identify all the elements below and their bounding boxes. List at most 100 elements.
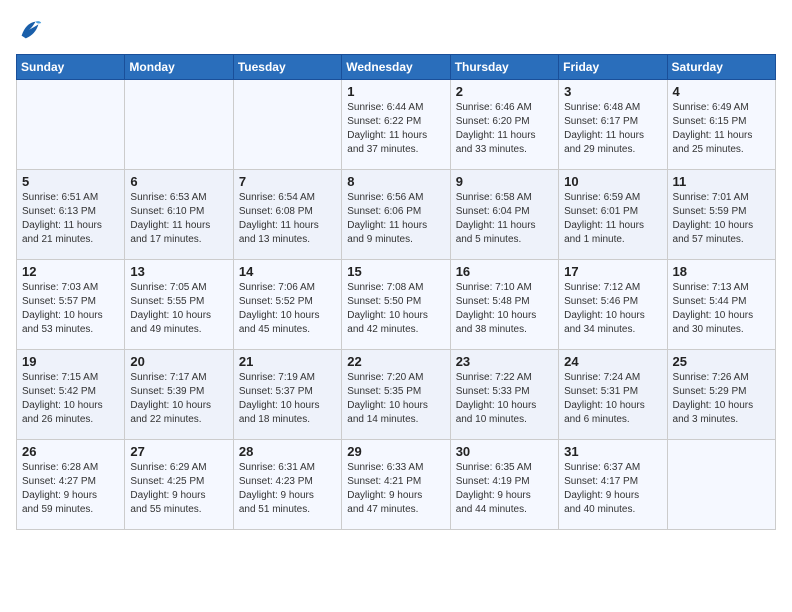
logo <box>16 16 48 44</box>
day-number: 17 <box>564 264 661 279</box>
day-info: Sunrise: 6:51 AM Sunset: 6:13 PM Dayligh… <box>22 191 119 247</box>
day-info: Sunrise: 7:17 AM Sunset: 5:39 PM Dayligh… <box>130 371 227 427</box>
day-info: Sunrise: 6:59 AM Sunset: 6:01 PM Dayligh… <box>564 191 661 247</box>
day-info: Sunrise: 6:46 AM Sunset: 6:20 PM Dayligh… <box>456 101 553 157</box>
day-info: Sunrise: 6:48 AM Sunset: 6:17 PM Dayligh… <box>564 101 661 157</box>
day-info: Sunrise: 6:49 AM Sunset: 6:15 PM Dayligh… <box>673 101 770 157</box>
logo-icon <box>16 16 44 44</box>
calendar-cell: 9 Sunrise: 6:58 AM Sunset: 6:04 PM Daylig… <box>450 170 558 260</box>
calendar-cell <box>667 440 775 530</box>
calendar-cell: 22Sunrise: 7:20 AM Sunset: 5:35 PM Dayli… <box>342 350 450 440</box>
calendar-cell: 7 Sunrise: 6:54 AM Sunset: 6:08 PM Daylig… <box>233 170 341 260</box>
day-info: Sunrise: 7:05 AM Sunset: 5:55 PM Dayligh… <box>130 281 227 337</box>
calendar-cell: 1 Sunrise: 6:44 AM Sunset: 6:22 PM Daylig… <box>342 80 450 170</box>
weekday-header-thursday: Thursday <box>450 55 558 80</box>
day-number: 1 <box>347 84 444 99</box>
day-number: 21 <box>239 354 336 369</box>
day-info: Sunrise: 6:28 AM Sunset: 4:27 PM Dayligh… <box>22 461 119 517</box>
day-info: Sunrise: 7:13 AM Sunset: 5:44 PM Dayligh… <box>673 281 770 337</box>
day-info: Sunrise: 6:54 AM Sunset: 6:08 PM Dayligh… <box>239 191 336 247</box>
calendar-cell: 17Sunrise: 7:12 AM Sunset: 5:46 PM Dayli… <box>559 260 667 350</box>
day-number: 15 <box>347 264 444 279</box>
calendar-cell: 8Sunrise: 6:56 AM Sunset: 6:06 PM Daylig… <box>342 170 450 260</box>
day-info: Sunrise: 7:24 AM Sunset: 5:31 PM Dayligh… <box>564 371 661 427</box>
day-info: Sunrise: 7:15 AM Sunset: 5:42 PM Dayligh… <box>22 371 119 427</box>
weekday-header-row: SundayMondayTuesdayWednesdayThursdayFrid… <box>17 55 776 80</box>
calendar-cell: 28 Sunrise: 6:31 AM Sunset: 4:23 PM Dayli… <box>233 440 341 530</box>
day-info: Sunrise: 7:20 AM Sunset: 5:35 PM Dayligh… <box>347 371 444 427</box>
calendar-cell: 16Sunrise: 7:10 AM Sunset: 5:48 PM Dayli… <box>450 260 558 350</box>
day-number: 23 <box>456 354 553 369</box>
day-number: 6 <box>130 174 227 189</box>
day-number: 30 <box>456 444 553 459</box>
day-number: 31 <box>564 444 661 459</box>
day-info: Sunrise: 7:06 AM Sunset: 5:52 PM Dayligh… <box>239 281 336 337</box>
calendar-cell <box>125 80 233 170</box>
day-number: 16 <box>456 264 553 279</box>
day-number: 4 <box>673 84 770 99</box>
calendar-cell: 18 Sunrise: 7:13 AM Sunset: 5:44 PM Dayli… <box>667 260 775 350</box>
calendar-cell: 27Sunrise: 6:29 AM Sunset: 4:25 PM Dayli… <box>125 440 233 530</box>
calendar-week-row: 12 Sunrise: 7:03 AM Sunset: 5:57 PM Dayli… <box>17 260 776 350</box>
day-number: 20 <box>130 354 227 369</box>
day-info: Sunrise: 6:33 AM Sunset: 4:21 PM Dayligh… <box>347 461 444 517</box>
calendar-cell: 3 Sunrise: 6:48 AM Sunset: 6:17 PM Daylig… <box>559 80 667 170</box>
day-number: 19 <box>22 354 119 369</box>
weekday-header-friday: Friday <box>559 55 667 80</box>
day-number: 3 <box>564 84 661 99</box>
weekday-header-saturday: Saturday <box>667 55 775 80</box>
day-number: 7 <box>239 174 336 189</box>
day-number: 11 <box>673 174 770 189</box>
calendar-cell: 19 Sunrise: 7:15 AM Sunset: 5:42 PM Dayli… <box>17 350 125 440</box>
weekday-header-monday: Monday <box>125 55 233 80</box>
day-info: Sunrise: 7:08 AM Sunset: 5:50 PM Dayligh… <box>347 281 444 337</box>
day-number: 12 <box>22 264 119 279</box>
calendar-cell: 29 Sunrise: 6:33 AM Sunset: 4:21 PM Dayli… <box>342 440 450 530</box>
day-number: 25 <box>673 354 770 369</box>
day-info: Sunrise: 7:03 AM Sunset: 5:57 PM Dayligh… <box>22 281 119 337</box>
day-info: Sunrise: 6:31 AM Sunset: 4:23 PM Dayligh… <box>239 461 336 517</box>
calendar-cell: 11 Sunrise: 7:01 AM Sunset: 5:59 PM Dayli… <box>667 170 775 260</box>
calendar-cell: 5 Sunrise: 6:51 AM Sunset: 6:13 PM Daylig… <box>17 170 125 260</box>
day-info: Sunrise: 7:26 AM Sunset: 5:29 PM Dayligh… <box>673 371 770 427</box>
calendar-cell: 4 Sunrise: 6:49 AM Sunset: 6:15 PM Daylig… <box>667 80 775 170</box>
calendar-cell: 12 Sunrise: 7:03 AM Sunset: 5:57 PM Dayli… <box>17 260 125 350</box>
day-info: Sunrise: 6:29 AM Sunset: 4:25 PM Dayligh… <box>130 461 227 517</box>
calendar-cell: 31 Sunrise: 6:37 AM Sunset: 4:17 PM Dayli… <box>559 440 667 530</box>
calendar-cell: 23Sunrise: 7:22 AM Sunset: 5:33 PM Dayli… <box>450 350 558 440</box>
day-info: Sunrise: 6:37 AM Sunset: 4:17 PM Dayligh… <box>564 461 661 517</box>
calendar-cell: 10 Sunrise: 6:59 AM Sunset: 6:01 PM Dayli… <box>559 170 667 260</box>
calendar-cell: 2 Sunrise: 6:46 AM Sunset: 6:20 PM Daylig… <box>450 80 558 170</box>
page-header <box>16 16 776 44</box>
weekday-header-tuesday: Tuesday <box>233 55 341 80</box>
day-number: 2 <box>456 84 553 99</box>
day-number: 5 <box>22 174 119 189</box>
calendar-week-row: 26Sunrise: 6:28 AM Sunset: 4:27 PM Dayli… <box>17 440 776 530</box>
calendar-cell: 21 Sunrise: 7:19 AM Sunset: 5:37 PM Dayli… <box>233 350 341 440</box>
day-info: Sunrise: 7:01 AM Sunset: 5:59 PM Dayligh… <box>673 191 770 247</box>
day-info: Sunrise: 6:53 AM Sunset: 6:10 PM Dayligh… <box>130 191 227 247</box>
day-info: Sunrise: 6:35 AM Sunset: 4:19 PM Dayligh… <box>456 461 553 517</box>
calendar-week-row: 1 Sunrise: 6:44 AM Sunset: 6:22 PM Daylig… <box>17 80 776 170</box>
day-info: Sunrise: 6:44 AM Sunset: 6:22 PM Dayligh… <box>347 101 444 157</box>
day-number: 29 <box>347 444 444 459</box>
calendar-cell: 26Sunrise: 6:28 AM Sunset: 4:27 PM Dayli… <box>17 440 125 530</box>
calendar-cell: 20 Sunrise: 7:17 AM Sunset: 5:39 PM Dayli… <box>125 350 233 440</box>
day-info: Sunrise: 7:19 AM Sunset: 5:37 PM Dayligh… <box>239 371 336 427</box>
day-number: 13 <box>130 264 227 279</box>
calendar-cell: 25 Sunrise: 7:26 AM Sunset: 5:29 PM Dayli… <box>667 350 775 440</box>
day-info: Sunrise: 6:58 AM Sunset: 6:04 PM Dayligh… <box>456 191 553 247</box>
day-number: 9 <box>456 174 553 189</box>
calendar-cell: 30 Sunrise: 6:35 AM Sunset: 4:19 PM Dayli… <box>450 440 558 530</box>
day-info: Sunrise: 6:56 AM Sunset: 6:06 PM Dayligh… <box>347 191 444 247</box>
day-number: 14 <box>239 264 336 279</box>
calendar-week-row: 5 Sunrise: 6:51 AM Sunset: 6:13 PM Daylig… <box>17 170 776 260</box>
calendar-week-row: 19 Sunrise: 7:15 AM Sunset: 5:42 PM Dayli… <box>17 350 776 440</box>
calendar-cell: 24Sunrise: 7:24 AM Sunset: 5:31 PM Dayli… <box>559 350 667 440</box>
day-number: 28 <box>239 444 336 459</box>
calendar-cell: 14 Sunrise: 7:06 AM Sunset: 5:52 PM Dayli… <box>233 260 341 350</box>
day-number: 10 <box>564 174 661 189</box>
day-number: 18 <box>673 264 770 279</box>
calendar-cell: 13 Sunrise: 7:05 AM Sunset: 5:55 PM Dayli… <box>125 260 233 350</box>
calendar-cell <box>17 80 125 170</box>
